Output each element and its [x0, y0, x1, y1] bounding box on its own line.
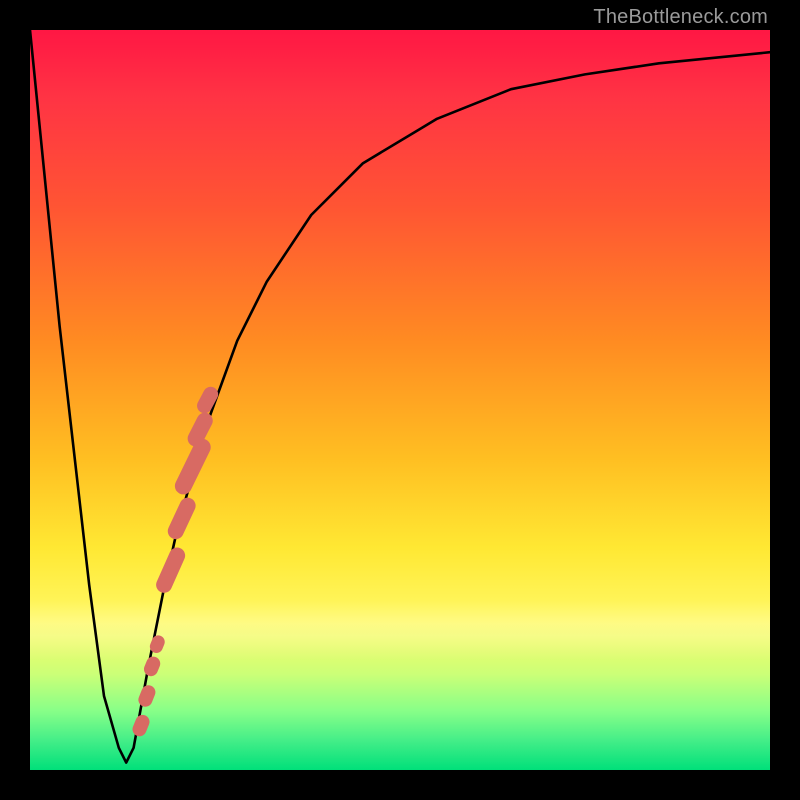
bottleneck-curve	[30, 30, 770, 763]
chart-frame: TheBottleneck.com	[0, 0, 800, 800]
chart-svg	[30, 30, 770, 770]
curve-group	[30, 30, 770, 763]
watermark-text: TheBottleneck.com	[593, 6, 768, 29]
plot-area	[30, 30, 770, 770]
